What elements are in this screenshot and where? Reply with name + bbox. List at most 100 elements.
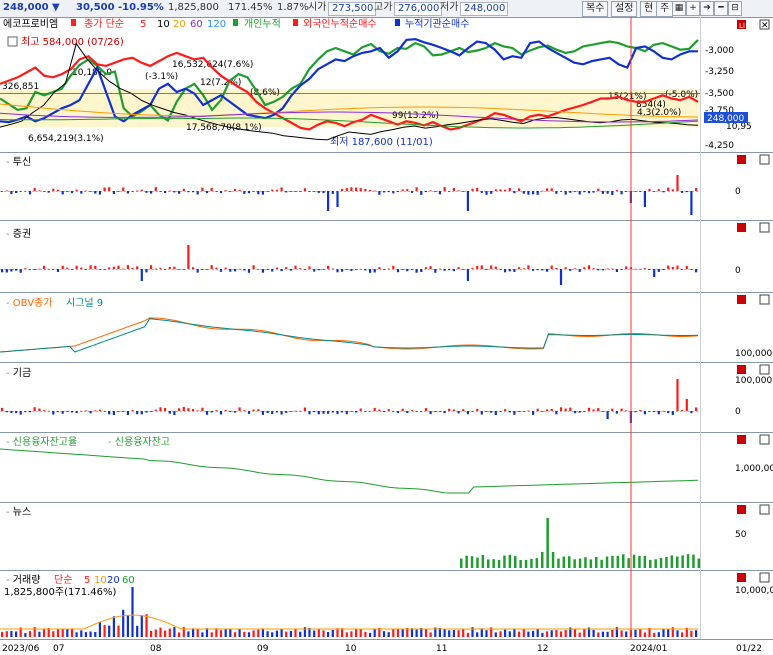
bar — [299, 268, 302, 269]
volume-bar — [75, 632, 78, 637]
settings-button[interactable]: 설정 — [611, 1, 638, 17]
bar — [518, 411, 521, 412]
bar — [690, 191, 693, 215]
volume-bar — [480, 628, 483, 637]
bar — [452, 269, 455, 272]
bar — [219, 191, 223, 194]
y-tick: -3,000 — [705, 46, 734, 56]
bar — [639, 410, 642, 411]
checkbox-icon[interactable] — [7, 36, 18, 47]
bar — [5, 411, 8, 413]
volume-bar — [38, 631, 41, 637]
ma-period-60: 60 — [190, 19, 203, 30]
indicator-icon[interactable] — [737, 223, 746, 232]
bar — [359, 268, 362, 270]
volume-bar — [555, 630, 558, 637]
bar — [625, 266, 628, 269]
bar — [145, 411, 148, 413]
multi-button[interactable]: 복수 — [582, 1, 609, 17]
bar — [266, 411, 269, 413]
bar — [19, 269, 22, 273]
bar — [117, 411, 120, 412]
bar — [396, 269, 400, 273]
bar — [587, 407, 591, 411]
bar — [541, 411, 544, 412]
volume-bar — [285, 631, 288, 637]
bar — [653, 269, 656, 277]
weekly-button[interactable]: 주 — [656, 1, 674, 17]
bar — [15, 191, 18, 193]
bar — [94, 191, 97, 194]
bar — [350, 411, 353, 412]
bar — [611, 408, 614, 411]
bar — [578, 191, 581, 195]
news-bar — [681, 555, 684, 568]
indicator-icon[interactable] — [737, 295, 746, 304]
bar — [420, 191, 423, 195]
bar — [233, 188, 237, 191]
current-button[interactable]: 현 — [640, 1, 658, 17]
bar — [229, 191, 232, 192]
volume-bar — [261, 628, 264, 637]
bar — [94, 410, 97, 412]
indicator-icon[interactable] — [737, 505, 746, 514]
minus-icon[interactable]: ━ — [714, 1, 728, 16]
news-bar — [573, 559, 576, 568]
bar — [350, 269, 353, 271]
close-icon[interactable] — [759, 154, 770, 165]
grid-icon[interactable]: ▦ — [672, 1, 686, 16]
bar — [271, 189, 274, 191]
bar — [303, 407, 306, 411]
close-icon[interactable] — [759, 294, 770, 305]
indicator-icon[interactable] — [737, 155, 746, 164]
bar — [573, 411, 577, 414]
bar — [317, 411, 320, 415]
bar — [224, 267, 227, 269]
close-icon[interactable] — [759, 572, 770, 583]
bar — [448, 408, 451, 411]
zero-tick: 0 — [735, 266, 741, 276]
bar — [671, 267, 674, 269]
bar — [504, 409, 507, 411]
bar — [24, 411, 27, 413]
bar — [583, 267, 586, 269]
bar — [215, 267, 218, 269]
volume-bar — [606, 631, 609, 637]
arrow-icon[interactable]: ➔ — [700, 1, 714, 16]
bar — [215, 191, 218, 192]
news-bar — [568, 556, 571, 568]
bar — [555, 411, 558, 415]
plus-icon[interactable]: + — [686, 1, 700, 16]
bar — [108, 267, 111, 269]
indicator-icon[interactable] — [737, 435, 746, 444]
volume-bar — [196, 629, 199, 637]
bar — [462, 409, 465, 411]
icon-text: ✕ — [761, 21, 769, 31]
close-icon[interactable] — [759, 364, 770, 375]
panel-title-trust: - 투신 — [6, 156, 31, 168]
bar — [131, 191, 134, 192]
close-icon[interactable] — [759, 222, 770, 233]
volume-bar — [466, 632, 469, 637]
bar — [210, 411, 213, 413]
indicator-icon[interactable] — [737, 365, 746, 374]
indicator-icon[interactable] — [737, 573, 746, 582]
close-icon[interactable] — [759, 504, 770, 515]
bar — [443, 187, 446, 191]
bar — [671, 411, 674, 415]
ma-period-10: 10 — [157, 19, 170, 30]
volume-bar — [317, 629, 320, 637]
volume-bar — [289, 630, 292, 637]
annotation: (-3.1%) — [145, 72, 178, 82]
bar — [564, 267, 567, 269]
volume-bar — [84, 632, 87, 637]
split-icon[interactable]: ⊟ — [728, 1, 742, 16]
annotation: 326,851 — [2, 82, 39, 92]
volume-bar — [476, 632, 479, 637]
bar — [615, 269, 618, 272]
bar — [98, 269, 101, 270]
bar — [145, 269, 148, 273]
close-icon[interactable] — [759, 434, 770, 445]
bar — [192, 267, 195, 269]
bar — [410, 191, 414, 193]
